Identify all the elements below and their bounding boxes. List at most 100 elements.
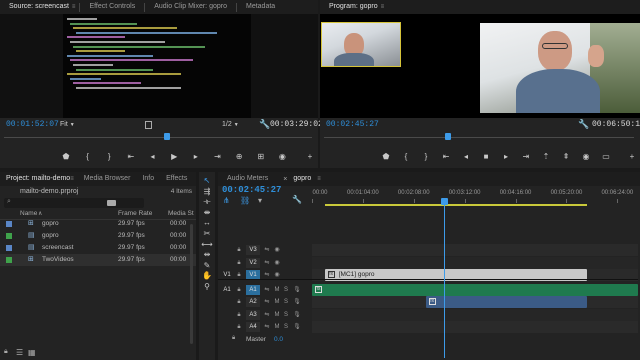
go-out-button[interactable]: ⇥ [211, 152, 223, 162]
new-bin-icon[interactable] [107, 200, 116, 206]
lock-icon[interactable]: 🔒︎ [234, 322, 244, 332]
timeline-playhead-handle[interactable] [440, 198, 448, 205]
tab-program[interactable]: Program: gopro [320, 0, 387, 14]
eye-icon[interactable]: ◉ [272, 245, 282, 255]
voiceover-icon[interactable]: 🎙︎ [292, 322, 302, 332]
track-target-a3[interactable]: A3 [246, 309, 260, 320]
master-volume[interactable]: 0.0 [274, 336, 283, 343]
tab-project[interactable]: Project: mailto-demo [0, 172, 76, 186]
panel-menu-icon[interactable]: ≡ [70, 176, 74, 182]
program-video-area[interactable] [320, 14, 640, 118]
track-lane-v3[interactable] [312, 244, 638, 256]
track-lane-a2[interactable]: fx [312, 296, 638, 308]
tab-audio-clip-mixer[interactable]: Audio Clip Mixer: gopro [145, 0, 236, 14]
search-field[interactable]: ⌕ [4, 198, 144, 208]
out-button[interactable]: } [420, 152, 432, 162]
sync-lock-icon[interactable]: ⇋ [262, 322, 272, 332]
voiceover-icon[interactable]: 🎙︎ [292, 285, 302, 295]
lock-icon[interactable]: 🔒︎ [234, 258, 244, 268]
timeline-playhead-line[interactable] [443, 204, 445, 358]
step-back-button[interactable]: ◂ [460, 152, 472, 162]
button-editor-icon[interactable]: + [304, 152, 316, 162]
step-forward-button[interactable]: ▸ [500, 152, 512, 162]
snap-icon[interactable]: ⋔ [223, 196, 230, 205]
project-item-row[interactable]: ⊞ TwoVideos 29.97 fps 00:00 [0, 254, 196, 266]
safe-margins-icon[interactable] [145, 121, 152, 129]
out-button[interactable]: } [103, 152, 115, 162]
lock-icon[interactable]: 🔒︎ [234, 245, 244, 255]
add-marker-icon[interactable]: ▾ [258, 196, 262, 205]
pen-icon[interactable]: ✎ [201, 261, 213, 271]
lock-icon[interactable]: 🔒︎ [232, 335, 235, 342]
project-item-row[interactable]: ▤ gopro 29.97 fps 00:00 [0, 230, 196, 242]
solo-button[interactable]: S [281, 322, 291, 332]
tab-info[interactable]: Info [136, 172, 160, 186]
icon-view-icon[interactable]: ▦ [28, 348, 36, 357]
solo-button[interactable]: S [281, 310, 291, 320]
rate-stretch-icon[interactable]: ↔ [201, 218, 213, 228]
project-scrollbar[interactable] [190, 224, 193, 344]
tab-audio-meters[interactable]: Audio Meters [218, 172, 277, 186]
track-target-v3[interactable]: V3 [246, 245, 260, 255]
track-lane-v2[interactable] [312, 256, 638, 269]
sync-lock-icon[interactable]: ⇋ [262, 258, 272, 268]
lift-button[interactable]: ⇡ [540, 152, 552, 162]
insert-button[interactable]: ⊕ [233, 152, 245, 162]
hand-icon[interactable]: ✋ [201, 271, 213, 281]
panel-menu-icon[interactable]: ≡ [317, 176, 321, 182]
track-select-icon[interactable]: ⇶ [201, 187, 213, 197]
source-patch-a1[interactable]: A1 [220, 285, 234, 295]
clip-audio-blue[interactable]: fx [425, 296, 588, 308]
program-timecode[interactable]: 00:02:45:27 [326, 120, 379, 129]
go-out-button[interactable]: ⇥ [520, 152, 532, 162]
eye-icon[interactable]: ◉ [272, 258, 282, 268]
track-lane-a4[interactable] [312, 321, 638, 333]
multicam-angle-1[interactable] [321, 22, 401, 67]
work-area-bar[interactable] [324, 204, 588, 206]
track-lane-a1[interactable]: fx [312, 283, 638, 296]
source-playhead[interactable] [164, 133, 171, 140]
wrench-icon[interactable]: 🔧 [292, 195, 302, 204]
solo-button[interactable]: S [281, 285, 291, 295]
zoom-icon[interactable]: ⚲ [201, 282, 213, 292]
solo-button[interactable]: S [281, 297, 291, 307]
tab-source[interactable]: Source: screencast [0, 0, 78, 14]
lock-icon[interactable]: 🔒︎ [4, 348, 8, 356]
sync-lock-icon[interactable]: ⇋ [262, 297, 272, 307]
timeline-timecode[interactable]: 00:02:45:27 [222, 185, 281, 195]
track-lane-a3[interactable] [312, 308, 638, 321]
wrench-icon[interactable]: 🔧 [578, 119, 589, 130]
project-item-row[interactable]: ⊞ gopro 29.97 fps 00:00 [0, 218, 196, 230]
tab-media-browser[interactable]: Media Browser [78, 172, 137, 186]
razor-icon[interactable]: ✂ [201, 229, 213, 239]
tab-effect-controls[interactable]: Effect Controls [80, 0, 144, 14]
slide-icon[interactable]: ⇹ [201, 250, 213, 260]
source-video-area[interactable] [0, 14, 318, 118]
resolution-select[interactable]: 1/2 ▼ [222, 121, 239, 128]
ripple-edit-icon[interactable]: ⟛ [201, 197, 213, 207]
sync-lock-icon[interactable]: ⇋ [262, 285, 272, 295]
extract-button[interactable]: ⇞ [560, 152, 572, 162]
project-item-row[interactable]: ▤ screencast 29.97 fps 00:00 [0, 242, 196, 254]
go-in-button[interactable]: ⇤ [440, 152, 452, 162]
step-back-button[interactable]: ◂ [147, 152, 159, 162]
step-forward-button[interactable]: ▸ [190, 152, 202, 162]
voiceover-icon[interactable]: 🎙︎ [292, 310, 302, 320]
voiceover-icon[interactable]: 🎙︎ [292, 297, 302, 307]
list-view-icon[interactable]: ☰ [16, 348, 23, 357]
tab-metadata[interactable]: Metadata [237, 0, 284, 14]
selection-tool-icon[interactable]: ↖ [201, 176, 213, 186]
sync-lock-icon[interactable]: ⇋ [262, 310, 272, 320]
zoom-select[interactable]: Fit ▼ [60, 121, 75, 128]
program-playhead[interactable] [445, 133, 451, 140]
clip-audio-green[interactable]: fx [312, 283, 638, 296]
rolling-edit-icon[interactable]: ⇼ [201, 208, 213, 218]
linked-selection-icon[interactable]: ⛓ [240, 196, 250, 205]
tab-effects[interactable]: Effects [160, 172, 193, 186]
lock-icon[interactable]: 🔒︎ [234, 297, 244, 307]
marker-button[interactable]: ⬟ [380, 152, 392, 162]
play-button[interactable]: ▶ [168, 152, 180, 162]
in-button[interactable]: { [400, 152, 412, 162]
compare-button[interactable]: ▭ [600, 152, 612, 162]
wrench-icon[interactable]: 🔧 [259, 119, 270, 130]
